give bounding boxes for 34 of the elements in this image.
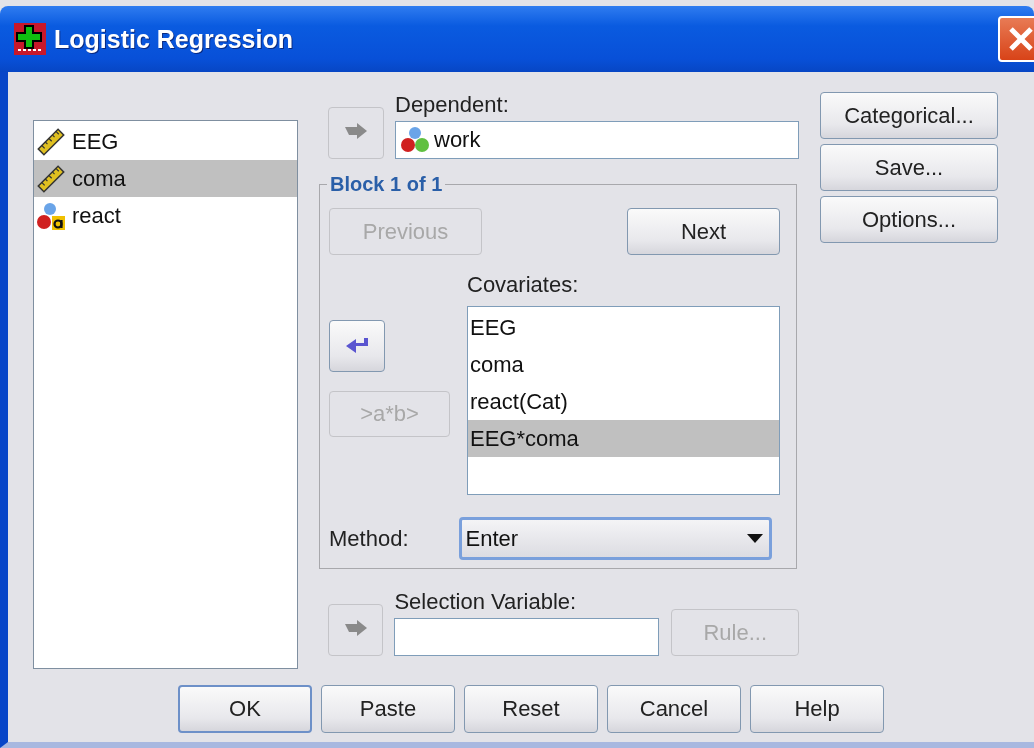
arrow-icon	[344, 336, 370, 356]
side-button[interactable]: Options...	[820, 196, 998, 243]
selection-variable-field[interactable]	[394, 618, 660, 656]
covariate-item[interactable]: EEG	[468, 309, 779, 346]
covariate-move-button[interactable]	[329, 320, 385, 372]
variable-item[interactable]: coma	[34, 160, 297, 197]
dialog-button[interactable]: Cancel	[607, 685, 741, 733]
dialog-button[interactable]: OK	[178, 685, 312, 733]
method-label: Method:	[329, 525, 409, 552]
nominal-string-variable-icon	[36, 200, 66, 231]
dependent-label: Dependent:	[395, 92, 510, 118]
dropdown-caret-icon	[746, 534, 763, 543]
selection-variable-label: Selection Variable:	[394, 589, 578, 615]
dialog-button[interactable]: Reset	[464, 685, 598, 733]
covariate-item[interactable]: react(Cat)	[468, 383, 779, 420]
next-button[interactable]: Next	[627, 208, 780, 255]
covariate-item[interactable]: coma	[468, 346, 779, 383]
close-button[interactable]	[998, 16, 1034, 62]
method-dropdown[interactable]: Enter	[458, 517, 772, 560]
covariates-label: Covariates:	[467, 272, 580, 298]
covariate-item[interactable]: EEG*coma	[468, 420, 779, 457]
dialog-button[interactable]: Paste	[321, 685, 455, 733]
window-title: Logistic Regression	[54, 24, 294, 54]
app-icon	[14, 23, 46, 55]
dialog-button[interactable]: Help	[750, 685, 884, 733]
close-icon	[1007, 25, 1034, 53]
side-button[interactable]: Save...	[820, 144, 998, 191]
side-button[interactable]: Categorical...	[820, 92, 998, 139]
variable-item[interactable]: EEG	[34, 123, 297, 160]
block-title: Block 1 of 1	[329, 173, 444, 196]
variable-item[interactable]: react	[34, 197, 297, 234]
nominal-variable-icon	[400, 125, 430, 155]
dependent-field[interactable]: work	[395, 121, 799, 159]
ruler-icon	[36, 163, 66, 194]
